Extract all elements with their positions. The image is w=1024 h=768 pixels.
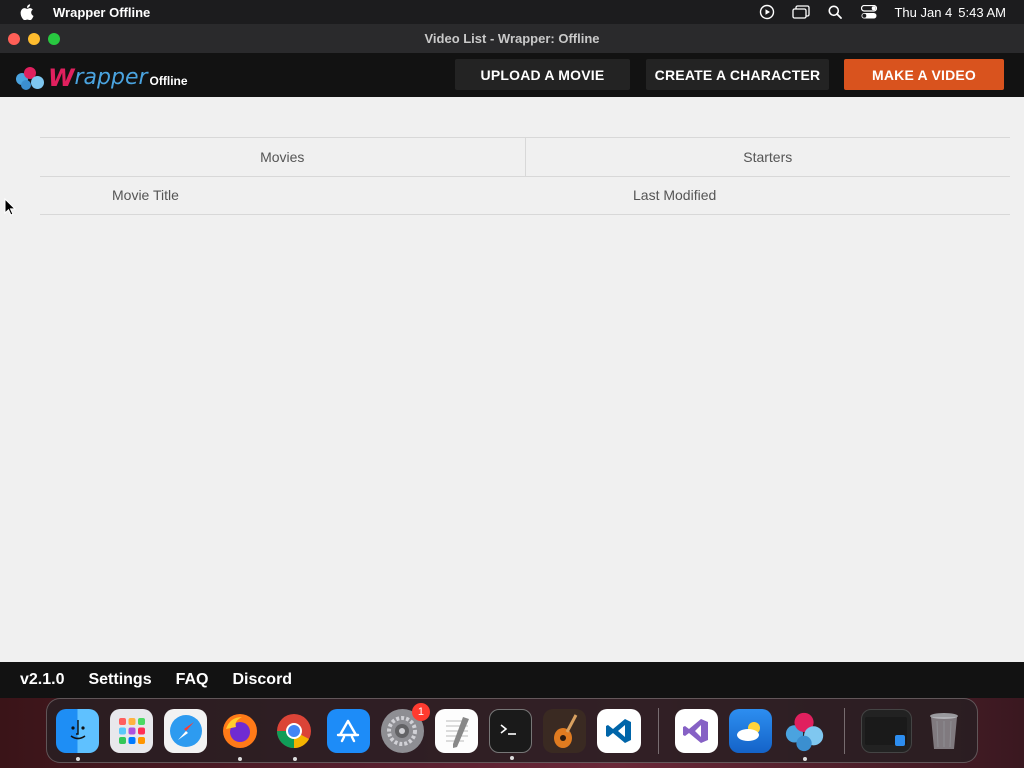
wrapper-offline-icon[interactable] xyxy=(783,709,827,761)
apple-menu-icon[interactable] xyxy=(20,4,34,21)
menubar-clock[interactable]: Thu Jan 4 5:43 AM xyxy=(894,5,1006,20)
menubar-app-name[interactable]: Wrapper Offline xyxy=(53,5,150,20)
wrapper-offline-logo[interactable]: W rapper Offline xyxy=(16,59,188,91)
firefox-icon[interactable] xyxy=(218,709,261,761)
finder-icon[interactable] xyxy=(56,708,100,761)
garageband-icon[interactable] xyxy=(543,708,587,753)
system-settings-icon[interactable]: 1 xyxy=(380,702,430,753)
logo-letter: W xyxy=(48,64,75,92)
settings-badge: 1 xyxy=(411,702,430,721)
macos-menu-bar: Wrapper Offline Thu Jan 4 5:43 AM xyxy=(0,0,1024,24)
discord-link[interactable]: Discord xyxy=(233,671,293,689)
visual-studio-icon[interactable] xyxy=(674,708,718,753)
downloads-stack-icon[interactable] xyxy=(860,708,912,753)
chrome-icon[interactable] xyxy=(273,709,316,761)
column-last-modified[interactable]: Last Modified xyxy=(633,187,716,203)
list-tabs: Movies Starters xyxy=(40,137,1010,177)
logo-suffix: Offline xyxy=(149,74,188,88)
faq-link[interactable]: FAQ xyxy=(176,671,209,689)
spotlight-search-icon[interactable] xyxy=(826,4,844,20)
logo-blobs-icon xyxy=(16,63,46,91)
version-label[interactable]: v2.1.0 xyxy=(20,671,64,689)
trash-icon[interactable] xyxy=(923,709,966,753)
app-footer: v2.1.0 Settings FAQ Discord xyxy=(0,662,1024,698)
minimize-window-button[interactable] xyxy=(28,33,40,45)
dock-separator-2 xyxy=(843,707,845,754)
app-header: W rapper Offline UPLOAD A MOVIE CREATE A… xyxy=(0,53,1024,97)
menubar-date: Thu Jan 4 xyxy=(894,4,953,20)
tab-movies[interactable]: Movies xyxy=(40,138,525,176)
menubar-time: 5:43 AM xyxy=(958,4,1006,20)
vscode-icon[interactable] xyxy=(597,708,641,753)
mouse-pointer-icon xyxy=(4,197,17,221)
weather-icon[interactable] xyxy=(728,708,772,753)
tab-starters[interactable]: Starters xyxy=(524,138,1011,176)
table-header: Movie Title Last Modified xyxy=(40,177,1010,215)
safari-icon[interactable] xyxy=(164,708,208,753)
column-movie-title[interactable]: Movie Title xyxy=(112,187,179,203)
launchpad-icon[interactable] xyxy=(110,708,154,753)
window-switcher-icon[interactable] xyxy=(792,4,811,20)
traffic-lights xyxy=(8,33,60,45)
screen-recording-icon[interactable] xyxy=(758,4,776,20)
window-title: Video List - Wrapper: Offline xyxy=(424,31,600,46)
control-center-icon[interactable] xyxy=(860,4,878,20)
upload-movie-button[interactable]: UPLOAD A MOVIE xyxy=(455,59,630,90)
make-video-button[interactable]: MAKE A VIDEO xyxy=(844,59,1004,90)
logo-word: rapper xyxy=(74,65,148,90)
close-window-button[interactable] xyxy=(8,33,20,45)
fullscreen-window-button[interactable] xyxy=(48,33,60,45)
textedit-icon[interactable] xyxy=(434,708,479,753)
terminal-icon[interactable] xyxy=(489,708,533,760)
dock-separator xyxy=(657,707,659,754)
settings-link[interactable]: Settings xyxy=(88,671,151,689)
macos-dock: 1 xyxy=(46,698,978,763)
create-character-button[interactable]: CREATE A CHARACTER xyxy=(646,59,829,90)
window-title-bar[interactable]: Video List - Wrapper: Offline xyxy=(0,24,1024,53)
app-store-icon[interactable] xyxy=(326,708,370,753)
video-list-content: Movies Starters Movie Title Last Modifie… xyxy=(0,97,1024,662)
